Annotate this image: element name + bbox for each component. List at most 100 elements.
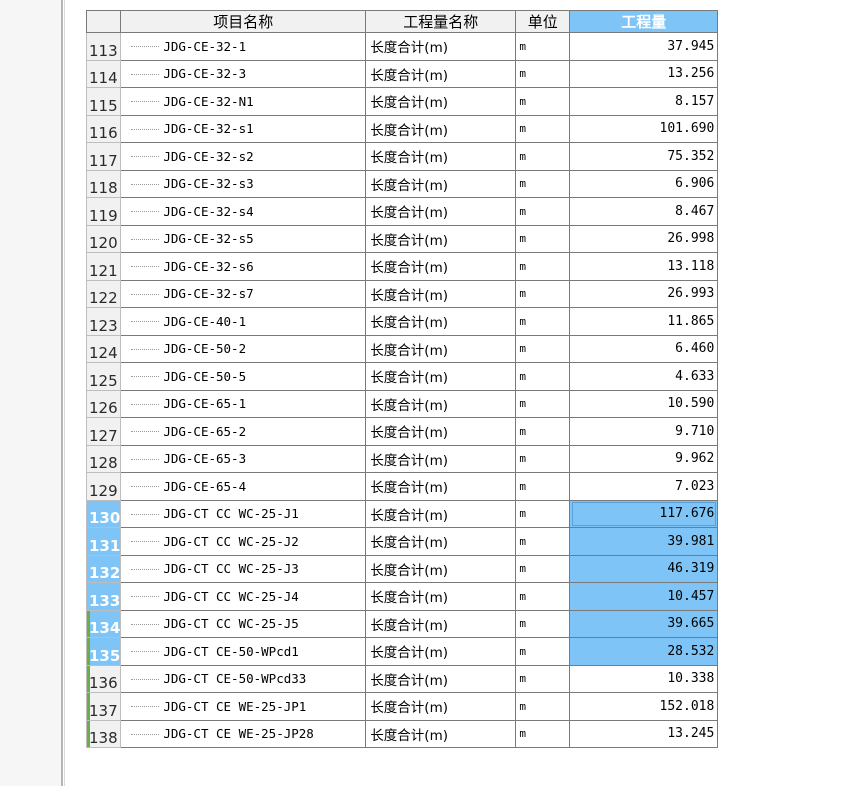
row-number[interactable]: 113 <box>86 32 122 61</box>
quantity-name-cell[interactable]: 长度合计(m) <box>365 252 517 281</box>
table-row[interactable]: 131 JDG-CT CC WC-25-J2 长度合计(m) m 39.981 <box>86 527 719 556</box>
row-number[interactable]: 116 <box>86 114 122 143</box>
quantity-name-cell[interactable]: 长度合计(m) <box>365 362 517 391</box>
quantity-name-cell[interactable]: 长度合计(m) <box>365 472 517 501</box>
quantity-name-cell[interactable]: 长度合计(m) <box>365 637 517 666</box>
unit-cell[interactable]: m <box>515 582 571 611</box>
unit-cell[interactable]: m <box>515 637 571 666</box>
unit-cell[interactable]: m <box>515 362 571 391</box>
row-number[interactable]: 127 <box>86 417 122 446</box>
quantity-name-cell[interactable]: 长度合计(m) <box>365 87 517 116</box>
unit-cell[interactable]: m <box>515 87 571 116</box>
unit-cell[interactable]: m <box>515 307 571 336</box>
quantity-value-cell[interactable]: 39.665 <box>569 609 719 638</box>
quantity-value-cell[interactable]: 6.906 <box>569 169 719 198</box>
quantity-name-cell[interactable]: 长度合计(m) <box>365 142 517 171</box>
project-name-cell[interactable]: JDG-CE-32-s1 <box>120 114 367 143</box>
quantity-value-cell[interactable]: 6.460 <box>569 334 719 363</box>
quantity-name-cell[interactable]: 长度合计(m) <box>365 444 517 473</box>
unit-cell[interactable]: m <box>515 472 571 501</box>
unit-cell[interactable]: m <box>515 169 571 198</box>
unit-cell[interactable]: m <box>515 197 571 226</box>
unit-cell[interactable]: m <box>515 279 571 308</box>
quantity-name-cell[interactable]: 长度合计(m) <box>365 279 517 308</box>
project-name-cell[interactable]: JDG-CE-32-s7 <box>120 279 367 308</box>
project-name-cell[interactable]: JDG-CE-32-s6 <box>120 252 367 281</box>
row-number[interactable]: 120 <box>86 224 122 253</box>
quantity-value-cell[interactable]: 8.467 <box>569 197 719 226</box>
quantity-value-cell[interactable]: 13.245 <box>569 719 719 748</box>
table-row[interactable]: 133 JDG-CT CC WC-25-J4 长度合计(m) m 10.457 <box>86 582 719 611</box>
project-name-cell[interactable]: JDG-CT CC WC-25-J1 <box>120 499 367 528</box>
quantity-name-cell[interactable]: 长度合计(m) <box>365 582 517 611</box>
quantity-value-cell[interactable]: 152.018 <box>569 692 719 721</box>
project-name-cell[interactable]: JDG-CE-32-s4 <box>120 197 367 226</box>
quantity-value-cell[interactable]: 28.532 <box>569 637 719 666</box>
unit-cell[interactable]: m <box>515 664 571 693</box>
table-row[interactable]: 126 JDG-CE-65-1 长度合计(m) m 10.590 <box>86 389 719 418</box>
unit-cell[interactable]: m <box>515 609 571 638</box>
row-number[interactable]: 119 <box>86 197 122 226</box>
project-name-cell[interactable]: JDG-CE-32-3 <box>120 59 367 88</box>
project-name-cell[interactable]: JDG-CT CE WE-25-JP28 <box>120 719 367 748</box>
quantity-value-cell[interactable]: 117.676 <box>569 499 719 528</box>
unit-cell[interactable]: m <box>515 32 571 61</box>
row-number[interactable]: 135 <box>86 637 122 666</box>
table-row[interactable]: 125 JDG-CE-50-5 长度合计(m) m 4.633 <box>86 362 719 391</box>
table-row[interactable]: 119 JDG-CE-32-s4 长度合计(m) m 8.467 <box>86 197 719 226</box>
project-name-cell[interactable]: JDG-CE-32-s2 <box>120 142 367 171</box>
row-number[interactable]: 124 <box>86 334 122 363</box>
quantity-name-cell[interactable]: 长度合计(m) <box>365 197 517 226</box>
project-name-cell[interactable]: JDG-CE-32-s3 <box>120 169 367 198</box>
quantity-name-cell[interactable]: 长度合计(m) <box>365 609 517 638</box>
row-number[interactable]: 128 <box>86 444 122 473</box>
table-row[interactable]: 128 JDG-CE-65-3 长度合计(m) m 9.962 <box>86 444 719 473</box>
row-number[interactable]: 132 <box>86 554 122 583</box>
unit-cell[interactable]: m <box>515 389 571 418</box>
quantity-name-cell[interactable]: 长度合计(m) <box>365 307 517 336</box>
table-row[interactable]: 114 JDG-CE-32-3 长度合计(m) m 13.256 <box>86 59 719 88</box>
table-row[interactable]: 136 JDG-CT CE-50-WPcd33 长度合计(m) m 10.338 <box>86 664 719 693</box>
header-quantity-name[interactable]: 工程量名称 <box>365 10 517 33</box>
table-row[interactable]: 123 JDG-CE-40-1 长度合计(m) m 11.865 <box>86 307 719 336</box>
header-project-name[interactable]: 项目名称 <box>120 10 367 33</box>
unit-cell[interactable]: m <box>515 334 571 363</box>
project-name-cell[interactable]: JDG-CT CE WE-25-JP1 <box>120 692 367 721</box>
table-row[interactable]: 122 JDG-CE-32-s7 长度合计(m) m 26.993 <box>86 279 719 308</box>
quantity-value-cell[interactable]: 37.945 <box>569 32 719 61</box>
project-name-cell[interactable]: JDG-CE-50-2 <box>120 334 367 363</box>
row-number[interactable]: 123 <box>86 307 122 336</box>
quantity-value-cell[interactable]: 39.981 <box>569 527 719 556</box>
row-number[interactable]: 118 <box>86 169 122 198</box>
quantity-name-cell[interactable]: 长度合计(m) <box>365 527 517 556</box>
quantity-name-cell[interactable]: 长度合计(m) <box>365 114 517 143</box>
unit-cell[interactable]: m <box>515 499 571 528</box>
unit-cell[interactable]: m <box>515 554 571 583</box>
row-number[interactable]: 125 <box>86 362 122 391</box>
quantity-value-cell[interactable]: 8.157 <box>569 87 719 116</box>
quantity-value-cell[interactable]: 7.023 <box>569 472 719 501</box>
quantity-name-cell[interactable]: 长度合计(m) <box>365 692 517 721</box>
row-number[interactable]: 130 <box>86 499 122 528</box>
project-name-cell[interactable]: JDG-CE-40-1 <box>120 307 367 336</box>
table-row[interactable]: 135 JDG-CT CE-50-WPcd1 长度合计(m) m 28.532 <box>86 637 719 666</box>
table-row[interactable]: 117 JDG-CE-32-s2 长度合计(m) m 75.352 <box>86 142 719 171</box>
quantity-value-cell[interactable]: 9.962 <box>569 444 719 473</box>
project-name-cell[interactable]: JDG-CT CC WC-25-J4 <box>120 582 367 611</box>
panel-divider[interactable] <box>61 0 63 786</box>
table-row[interactable]: 116 JDG-CE-32-s1 长度合计(m) m 101.690 <box>86 114 719 143</box>
quantity-name-cell[interactable]: 长度合计(m) <box>365 554 517 583</box>
row-number[interactable]: 122 <box>86 279 122 308</box>
table-row[interactable]: 129 JDG-CE-65-4 长度合计(m) m 7.023 <box>86 472 719 501</box>
quantity-name-cell[interactable]: 长度合计(m) <box>365 32 517 61</box>
quantity-name-cell[interactable]: 长度合计(m) <box>365 169 517 198</box>
table-row[interactable]: 124 JDG-CE-50-2 长度合计(m) m 6.460 <box>86 334 719 363</box>
header-unit[interactable]: 单位 <box>515 10 571 33</box>
quantity-name-cell[interactable]: 长度合计(m) <box>365 224 517 253</box>
unit-cell[interactable]: m <box>515 252 571 281</box>
unit-cell[interactable]: m <box>515 527 571 556</box>
quantity-value-cell[interactable]: 13.256 <box>569 59 719 88</box>
quantity-name-cell[interactable]: 长度合计(m) <box>365 417 517 446</box>
project-name-cell[interactable]: JDG-CT CC WC-25-J3 <box>120 554 367 583</box>
unit-cell[interactable]: m <box>515 114 571 143</box>
